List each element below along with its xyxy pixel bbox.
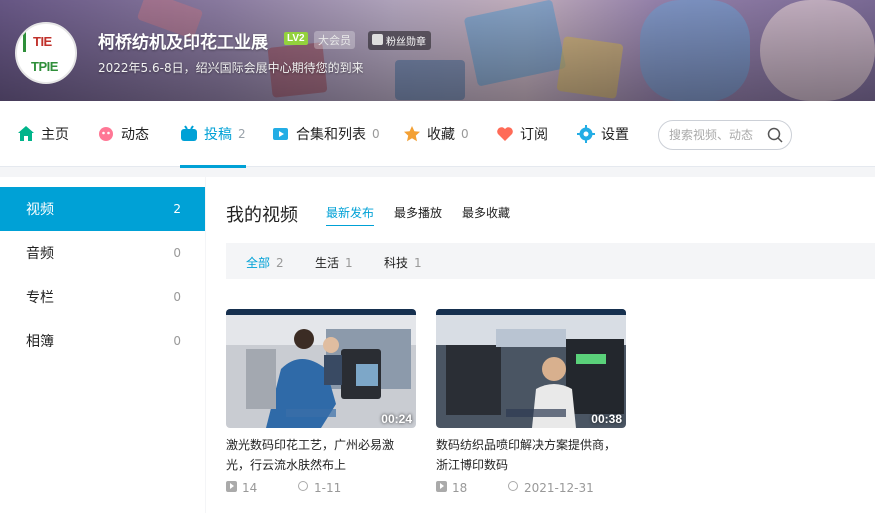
search-icon[interactable]	[767, 127, 783, 143]
video-thumbnail-image	[226, 309, 416, 428]
play-count-icon	[226, 481, 237, 492]
nav-count: 0	[461, 127, 469, 141]
profile-nav: 主页 动态 投稿 2 合集和列表 0 收藏 0 订阅 设置 搜索视频、动态	[0, 101, 875, 168]
clock-icon	[298, 481, 308, 491]
nav-label: 投稿	[204, 127, 232, 143]
nav-label: 主页	[41, 127, 69, 143]
sidebar-item-label: 视频	[26, 202, 54, 218]
play-count: 14	[242, 481, 258, 495]
nav-label: 订阅	[520, 127, 548, 143]
favorite-icon	[403, 125, 421, 143]
sidebar-item-label: 音频	[26, 246, 54, 262]
sidebar-item-article[interactable]: 专栏 0	[0, 275, 205, 319]
sort-tab-most-played[interactable]: 最多播放	[394, 204, 442, 225]
nav-collection[interactable]: 合集和列表 0	[272, 101, 380, 167]
nav-count: 2	[238, 127, 246, 141]
nav-contribute[interactable]: 投稿 2	[180, 101, 246, 168]
filter-tech[interactable]: 科技 1	[384, 254, 422, 271]
nav-favorite[interactable]: 收藏 0	[403, 101, 469, 167]
filter-label: 生活	[315, 256, 340, 270]
avatar-logo-top: TIE	[33, 34, 52, 49]
video-thumbnail-image	[436, 309, 626, 428]
filter-count: 2	[276, 256, 284, 270]
nav-label: 设置	[601, 127, 629, 143]
video-card[interactable]: 00:24 激光数码印花工艺，广州必易激光，行云流水肤然布上 14 1-11	[226, 309, 416, 497]
video-title[interactable]: 激光数码印花工艺，广州必易激光，行云流水肤然布上	[226, 435, 416, 475]
play-count: 18	[452, 481, 468, 495]
sidebar-item-count: 2	[173, 202, 181, 216]
home-icon	[17, 125, 35, 143]
main-content: 我的视频 最新发布 最多播放 最多收藏 全部 2 生活 1 科技 1 00:24…	[206, 177, 875, 513]
nav-settings[interactable]: 设置	[577, 101, 629, 167]
video-duration: 00:24	[381, 412, 412, 426]
video-meta: 18 2021-12-31	[436, 481, 626, 497]
nav-count: 0	[372, 127, 380, 141]
nav-home[interactable]: 主页	[17, 101, 69, 167]
nav-label: 合集和列表	[296, 127, 366, 143]
filter-count: 1	[345, 256, 353, 270]
video-thumbnail[interactable]: 00:38	[436, 309, 626, 428]
fan-badge-button[interactable]: 粉丝勋章	[368, 31, 431, 50]
contribute-icon	[180, 125, 198, 143]
video-title[interactable]: 数码纺织品喷印解决方案提供商，浙江博印数码	[436, 435, 626, 475]
search-input[interactable]	[669, 121, 765, 149]
sidebar: 视频 2 音频 0 专栏 0 相簿 0	[0, 177, 205, 513]
collection-icon	[272, 125, 290, 143]
avatar-logo-bottom: TPIE	[31, 59, 58, 74]
page-title: 我的视频	[226, 205, 298, 226]
sort-tab-latest[interactable]: 最新发布	[326, 204, 375, 226]
filter-count: 1	[414, 256, 422, 270]
filter-life[interactable]: 生活 1	[315, 254, 353, 271]
category-filter-bar: 全部 2 生活 1 科技 1	[226, 243, 875, 279]
settings-icon	[577, 125, 595, 143]
sort-tab-most-favorited[interactable]: 最多收藏	[462, 204, 510, 225]
nav-label: 动态	[121, 127, 149, 143]
user-signature[interactable]: 2022年5.6-8日，绍兴国际会展中心期待您的到来	[98, 59, 364, 76]
publish-date: 2021-12-31	[524, 481, 594, 495]
clock-icon	[508, 481, 518, 491]
sidebar-item-label: 相簿	[26, 334, 54, 350]
video-meta: 14 1-11	[226, 481, 416, 497]
fan-badge-label: 粉丝勋章	[386, 37, 426, 48]
profile-banner: TIE TPIE 柯桥纺机及印花工业展 LV2 大会员 粉丝勋章 2022年5.…	[0, 0, 875, 101]
filter-all[interactable]: 全部 2	[246, 254, 284, 271]
medal-icon	[372, 34, 383, 45]
video-card[interactable]: 00:38 数码纺织品喷印解决方案提供商，浙江博印数码 18 2021-12-3…	[436, 309, 626, 497]
video-duration: 00:38	[591, 412, 622, 426]
filter-label: 科技	[384, 256, 409, 270]
vip-badge[interactable]: 大会员	[314, 31, 355, 49]
video-thumbnail[interactable]: 00:24	[226, 309, 416, 428]
play-count-icon	[436, 481, 447, 492]
sidebar-item-audio[interactable]: 音频 0	[0, 231, 205, 275]
username: 柯桥纺机及印花工业展	[98, 33, 268, 53]
nav-subscribe[interactable]: 订阅	[496, 101, 548, 167]
search-box	[658, 120, 792, 150]
filter-label: 全部	[246, 256, 271, 270]
level-badge: LV2	[284, 32, 308, 45]
logo-mark	[23, 32, 31, 52]
sidebar-item-video[interactable]: 视频 2	[0, 187, 205, 231]
sidebar-item-count: 0	[173, 246, 181, 260]
sidebar-item-count: 0	[173, 290, 181, 304]
sidebar-item-count: 0	[173, 334, 181, 348]
subscribe-icon	[496, 125, 514, 143]
dynamic-icon	[97, 125, 115, 143]
sidebar-item-album[interactable]: 相簿 0	[0, 319, 205, 363]
nav-label: 收藏	[427, 127, 455, 143]
publish-date: 1-11	[314, 481, 342, 495]
sidebar-item-label: 专栏	[26, 290, 54, 306]
avatar[interactable]: TIE TPIE	[15, 22, 77, 84]
nav-dynamic[interactable]: 动态	[97, 101, 149, 167]
